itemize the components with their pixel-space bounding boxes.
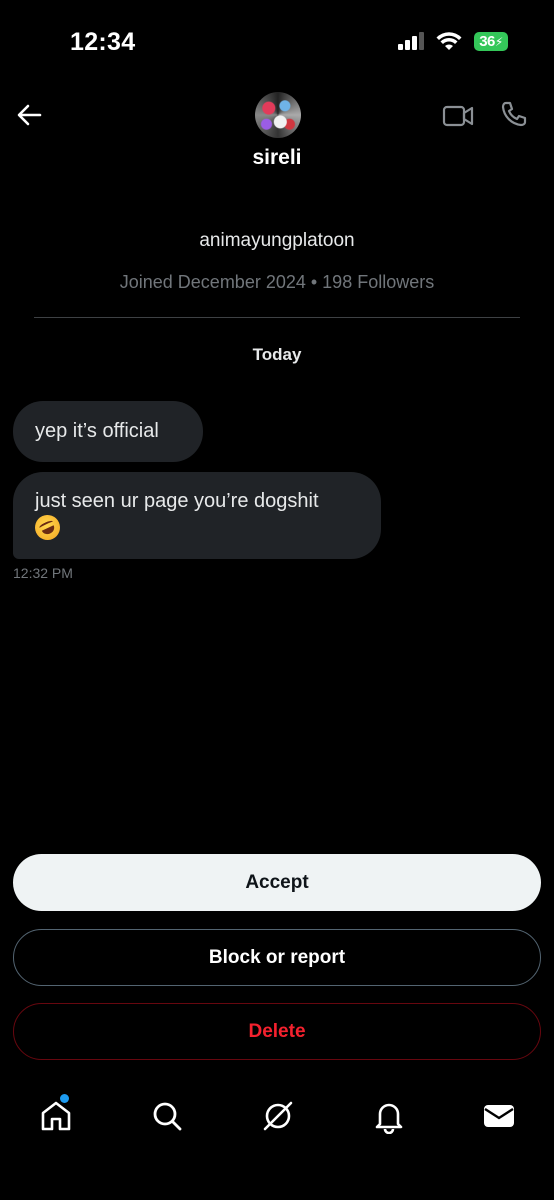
notifications-bell-icon[interactable] bbox=[371, 1098, 407, 1134]
message-text: just seen ur page you’re dogshit bbox=[35, 490, 319, 512]
home-notification-badge bbox=[60, 1094, 69, 1103]
messages-envelope-icon[interactable] bbox=[481, 1098, 517, 1134]
status-time: 12:34 bbox=[70, 28, 136, 56]
profile-handle[interactable]: animayungplatoon bbox=[0, 230, 554, 252]
video-camera-icon[interactable] bbox=[442, 102, 474, 130]
bottom-tab-bar bbox=[0, 1080, 554, 1154]
delete-button[interactable]: Delete bbox=[13, 1003, 541, 1060]
rolling-on-floor-laughing-emoji-icon bbox=[30, 510, 65, 545]
divider bbox=[34, 317, 520, 318]
charging-bolt-icon: ⚡ bbox=[494, 34, 503, 49]
grok-icon[interactable] bbox=[260, 1098, 296, 1134]
day-label: Today bbox=[252, 345, 302, 364]
profile-meta: Joined December 2024 • 198 Followers bbox=[119, 272, 435, 292]
home-icon[interactable] bbox=[38, 1098, 74, 1134]
phone-icon[interactable] bbox=[500, 100, 528, 128]
avatar[interactable] bbox=[255, 92, 301, 138]
wifi-icon bbox=[436, 32, 462, 50]
battery-icon: 36 ⚡ bbox=[474, 32, 508, 51]
block-or-report-button[interactable]: Block or report bbox=[13, 929, 541, 986]
search-icon[interactable] bbox=[149, 1098, 185, 1134]
header-display-name[interactable]: sireli bbox=[0, 146, 554, 170]
message-bubble[interactable]: just seen ur page you’re dogshit bbox=[13, 472, 381, 559]
message-timestamp: 12:32 PM bbox=[13, 565, 73, 581]
message-text: yep it’s official bbox=[35, 420, 159, 442]
cellular-signal-icon bbox=[398, 32, 424, 50]
message-bubble[interactable]: yep it’s official bbox=[13, 401, 203, 462]
accept-button[interactable]: Accept bbox=[13, 854, 541, 911]
arrow-left-icon[interactable] bbox=[14, 100, 44, 130]
battery-level: 36 bbox=[479, 33, 495, 50]
conversation-header: sireli bbox=[0, 84, 554, 194]
status-bar: 12:34 36 ⚡ bbox=[0, 0, 554, 84]
